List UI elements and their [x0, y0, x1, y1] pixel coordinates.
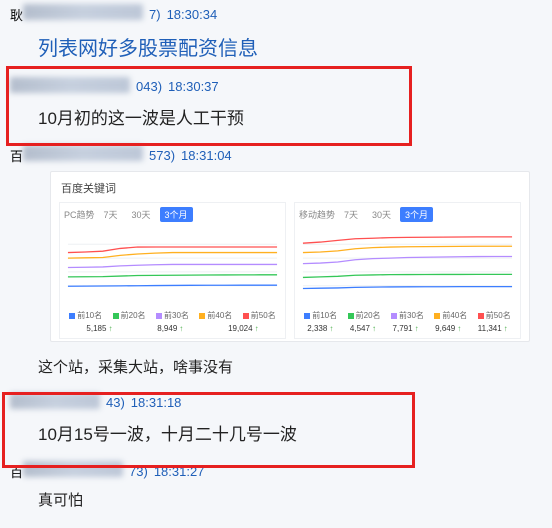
chart-mobile: 移动趋势 7天 30天 3个月 前10名前20名前30名前40名前50名 2,3…	[294, 202, 521, 339]
range-7d[interactable]: 7天	[99, 207, 123, 222]
message-text: 10月15号一波，十月二十几号一波	[10, 412, 542, 455]
chat-message: 43) 18:31:18 10月15号一波，十月二十几号一波	[0, 389, 552, 457]
message-header: 百 73) 18:31:27	[10, 461, 542, 481]
message-header: 043) 18:30:37	[10, 77, 542, 96]
chat-message: 耿 7) 18:30:34 列表网好多股票配资信息	[0, 0, 552, 73]
chart-plot	[64, 226, 281, 304]
sender-name: 耿	[10, 4, 143, 24]
message-header: 耿 7) 18:30:34	[10, 4, 542, 24]
chart-pc: PC趋势 7天 30天 3个月 前10名前20名前30名前40名前50名 5,1…	[59, 202, 286, 339]
sender-id: 7)	[149, 7, 161, 22]
chat-message: 百 73) 18:31:27 真可怕	[0, 457, 552, 522]
sender-id: 043)	[136, 79, 162, 94]
message-text: 这个站，采集大站，啥事没有	[10, 348, 542, 387]
message-text: 10月初的这一波是人工干预	[10, 96, 542, 139]
sender-name	[10, 393, 100, 412]
chart-plot	[299, 226, 516, 304]
timestamp: 18:30:37	[168, 79, 219, 94]
sender-id: 43)	[106, 395, 125, 410]
range-3m[interactable]: 3个月	[400, 207, 433, 222]
timestamp: 18:31:04	[181, 148, 232, 163]
message-text: 真可怕	[10, 481, 542, 520]
range-30d[interactable]: 30天	[367, 207, 396, 222]
sender-id: 573)	[149, 148, 175, 163]
range-30d[interactable]: 30天	[127, 207, 156, 222]
message-header: 43) 18:31:18	[10, 393, 542, 412]
chart-header: 移动趋势 7天 30天 3个月	[299, 207, 516, 222]
analytics-card: 百度关键词 PC趋势 7天 30天 3个月 前10名前20名前30名前40名前5…	[50, 171, 530, 342]
message-header: 百 573) 18:31:04	[10, 145, 542, 165]
sender-name: 百	[10, 145, 143, 165]
range-3m[interactable]: 3个月	[160, 207, 193, 222]
chart-stats: 5,185↑8,949↑19,024↑	[64, 323, 281, 336]
sender-name	[10, 77, 130, 96]
chart-legend: 前10名前20名前30名前40名前50名	[64, 307, 281, 323]
sender-id: 73)	[129, 464, 148, 479]
sender-name: 百	[10, 461, 123, 481]
card-title: 百度关键词	[59, 178, 521, 202]
chat-message: 043) 18:30:37 10月初的这一波是人工干预	[0, 73, 552, 141]
chat-message: 百 573) 18:31:04 百度关键词 PC趋势 7天 30天 3个月 前1…	[0, 141, 552, 389]
timestamp: 18:30:34	[167, 7, 218, 22]
chart-stats: 2,338↑4,547↑7,791↑9,649↑11,341↑	[299, 323, 516, 336]
message-text: 列表网好多股票配资信息	[10, 24, 542, 71]
chart-legend: 前10名前20名前30名前40名前50名	[299, 307, 516, 323]
charts-row: PC趋势 7天 30天 3个月 前10名前20名前30名前40名前50名 5,1…	[59, 202, 521, 339]
timestamp: 18:31:27	[154, 464, 205, 479]
chart-header: PC趋势 7天 30天 3个月	[64, 207, 281, 222]
range-7d[interactable]: 7天	[339, 207, 363, 222]
chart-label: 移动趋势	[299, 208, 335, 221]
chart-label: PC趋势	[64, 208, 95, 221]
timestamp: 18:31:18	[131, 395, 182, 410]
